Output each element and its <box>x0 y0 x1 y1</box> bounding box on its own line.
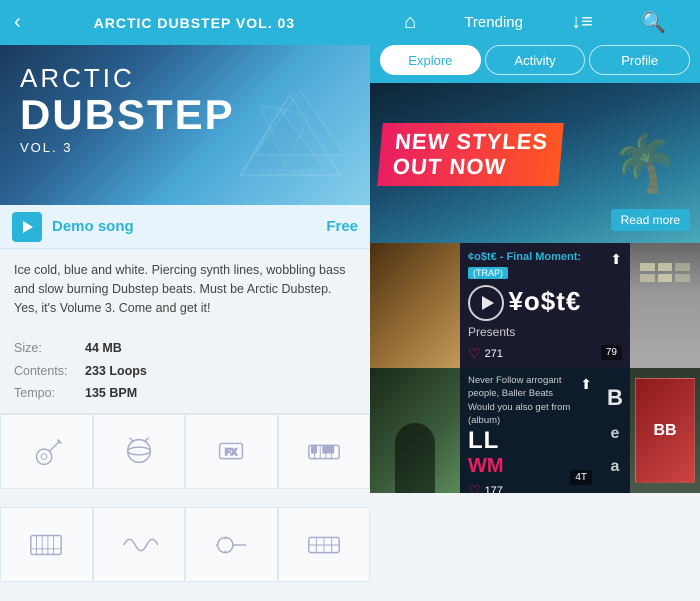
side-letter-a: a <box>611 458 620 476</box>
svg-text:FX: FX <box>225 447 238 458</box>
fx-icon-cell[interactable]: FX <box>185 414 278 489</box>
tab-explore[interactable]: Explore <box>380 45 481 75</box>
track-2-side-letters: B e a <box>600 368 630 493</box>
wave-icon-cell[interactable] <box>93 507 186 582</box>
track-2-content: ⬆ Never Follow arrogant people, Baller B… <box>460 368 600 493</box>
geometric-decoration <box>230 85 350 195</box>
track-2-side-image: BB <box>630 368 700 493</box>
track-2-info-2: people, Baller Beats <box>468 387 592 400</box>
banner-text-block: NEW STYLES OUT NOW <box>377 123 563 186</box>
track-1-artist: ¢o$t€ - Final Moment: <box>468 251 622 263</box>
share-button-2[interactable]: ⬆ <box>580 376 592 393</box>
meta-size-row: Size: 44 MB <box>14 337 356 360</box>
track-2-side-content: BB <box>630 368 700 493</box>
left-header: ‹ ARCTIC DUBSTEP VOL. 03 <box>0 0 370 45</box>
album-description: Ice cold, blue and white. Piercing synth… <box>0 249 370 329</box>
tabs-bar: Explore Activity Profile <box>370 45 700 83</box>
album-title: ARCTIC DUBSTEP VOL. 03 <box>33 15 356 31</box>
piano-icon <box>27 526 65 564</box>
album-mini-cover: BB <box>635 378 695 483</box>
track-1-thumb-bg <box>370 243 460 368</box>
track-1-side-bg <box>630 243 700 368</box>
track-1-likes: ♡ 271 <box>468 345 622 362</box>
drum-icon <box>120 432 158 470</box>
equalizer-icon-cell[interactable] <box>185 507 278 582</box>
free-badge: Free <box>326 218 358 235</box>
track-1-like-count: 271 <box>485 348 503 360</box>
banner-headline-2: OUT NOW <box>392 154 547 179</box>
track-1-side-image <box>630 243 700 368</box>
equalizer-icon <box>212 526 250 564</box>
track-1-main: ¥o$t€ <box>468 281 622 325</box>
tempo-label: Tempo: <box>14 382 79 405</box>
instrument-icons-grid: FX <box>0 413 370 601</box>
demo-label: Demo song <box>52 218 326 235</box>
album-cover-text: ARCTIC DUBSTEP VOL. 3 <box>20 63 235 155</box>
drum-icon-cell[interactable] <box>93 414 186 489</box>
contents-value: 233 Loops <box>85 360 147 383</box>
filter-button[interactable]: ↓≡ <box>571 11 593 34</box>
meta-tempo-row: Tempo: 135 BPM <box>14 382 356 405</box>
heart-icon-2: ♡ <box>468 482 481 493</box>
meta-contents-row: Contents: 233 Loops <box>14 360 356 383</box>
track-2-thumbnail <box>370 368 460 493</box>
person-silhouette <box>395 423 435 493</box>
right-panel: ⌂ Trending ↓≡ 🔍 Explore Activity Profile… <box>370 0 700 601</box>
size-value: 44 MB <box>85 337 122 360</box>
left-panel: ‹ ARCTIC DUBSTEP VOL. 03 ARCTIC DUBSTEP … <box>0 0 370 601</box>
track-1-genre: (TRAP) <box>468 267 508 279</box>
track-2-info-3: Would you also get from <box>468 401 592 414</box>
album-dubstep-text: DUBSTEP <box>20 94 235 136</box>
track-2-big1: LL <box>468 427 592 455</box>
track-1-content: ⬆ ¢o$t€ - Final Moment: (TRAP) ¥o$t€ Pre… <box>460 243 630 368</box>
keyboard-icon <box>305 432 343 470</box>
album-arctic-text: ARCTIC <box>20 63 235 94</box>
track-1-big-name: ¥o$t€ <box>508 286 581 316</box>
building-image <box>630 243 700 368</box>
right-header: ⌂ Trending ↓≡ 🔍 <box>370 0 700 45</box>
tempo-value: 135 BPM <box>85 382 137 405</box>
keyboard-icon-cell[interactable] <box>278 414 371 489</box>
guitar-icon-cell[interactable] <box>0 414 93 489</box>
tab-activity[interactable]: Activity <box>485 45 586 75</box>
back-button[interactable]: ‹ <box>14 11 21 34</box>
track-2-info-1: Never Follow arrogant <box>468 374 592 387</box>
track-2-info: Never Follow arrogant people, Baller Bea… <box>468 374 592 427</box>
track-card-1[interactable]: ⬆ ¢o$t€ - Final Moment: (TRAP) ¥o$t€ Pre… <box>370 243 700 368</box>
track-2-info-4: (album) <box>468 414 592 427</box>
piano-icon-cell[interactable] <box>0 507 93 582</box>
tab-profile[interactable]: Profile <box>589 45 690 75</box>
demo-bar: Demo song Free <box>0 205 370 249</box>
banner-card[interactable]: 🌴 NEW STYLES OUT NOW Read more <box>370 83 700 243</box>
home-button[interactable]: ⌂ <box>404 11 416 34</box>
track-card-2[interactable]: ⬆ Never Follow arrogant people, Baller B… <box>370 368 700 493</box>
track-2-like-count: 177 <box>485 485 503 493</box>
track-1-badge: 79 <box>601 345 622 360</box>
search-button[interactable]: 🔍 <box>641 10 666 35</box>
side-letter-e: e <box>611 425 620 443</box>
guitar-icon <box>27 432 65 470</box>
size-label: Size: <box>14 337 79 360</box>
trending-label: Trending <box>464 14 523 31</box>
fx-icon: FX <box>212 432 250 470</box>
read-more-button[interactable]: Read more <box>611 209 690 231</box>
track-1-thumbnail <box>370 243 460 368</box>
building-windows <box>640 263 690 282</box>
contents-label: Contents: <box>14 360 79 383</box>
track-1-play-button[interactable] <box>468 285 504 321</box>
track-2-badge: 4T <box>570 470 592 485</box>
track-1-presents: Presents <box>468 325 622 339</box>
side-letter-b: B <box>607 385 623 411</box>
banner-headline-1: NEW STYLES <box>394 129 549 154</box>
sequencer-icon-cell[interactable] <box>278 507 371 582</box>
play-button[interactable] <box>12 212 42 242</box>
album-vol-text: VOL. 3 <box>20 140 235 155</box>
heart-icon-1: ♡ <box>468 345 481 362</box>
share-button-1[interactable]: ⬆ <box>610 251 622 268</box>
album-cover: ARCTIC DUBSTEP VOL. 3 <box>0 45 370 205</box>
album-meta: Size: 44 MB Contents: 233 Loops Tempo: 1… <box>0 329 370 413</box>
wave-icon <box>120 526 158 564</box>
sequencer-icon <box>305 526 343 564</box>
track-2-side-bg: BB <box>630 368 700 493</box>
